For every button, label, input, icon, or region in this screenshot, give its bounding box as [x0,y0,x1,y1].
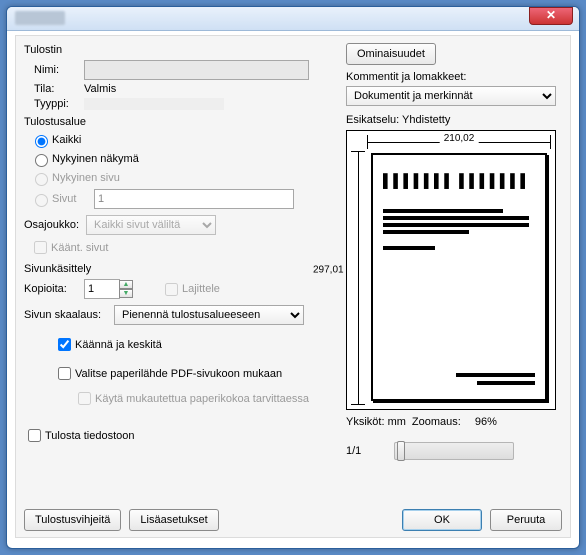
subset-select: Kaikki sivut väliltä [86,215,216,235]
comments-label: Kommentit ja lomakkeet: [346,71,466,83]
range-current-view-radio[interactable] [35,154,48,167]
page-slider[interactable] [394,442,514,460]
collate-label: Lajittele [182,283,220,295]
scaling-label: Sivun skaalaus: [24,309,114,321]
printer-name-label: Nimi: [24,64,84,76]
printer-type-label: Tyyppi: [24,98,84,110]
subset-label: Osajoukko: [24,219,86,231]
print-dialog: ✕ Tulostin Nimi: Tila: Valmis Tyyppi: Tu… [6,6,580,549]
cancel-button[interactable]: Peruuta [490,509,562,531]
range-all-radio[interactable] [35,135,48,148]
copies-spinner[interactable]: ▲▼ [84,279,133,299]
rotate-center-check[interactable] [58,338,71,351]
paper-source-label: Valitse paperilähde PDF-sivukoon mukaan [75,368,282,380]
reverse-pages-label: Käänt. sivut [51,242,108,254]
zoom-label: Zoomaus: [412,416,461,428]
printer-status-label: Tila: [24,83,84,95]
copies-down-icon[interactable]: ▼ [119,289,133,298]
preview-pane: 210,02 297,01 ▌▌▌▌▌▌▌ ▌▌▌▌▌▌▌ [346,130,556,410]
range-pages-label: Sivut [52,193,94,205]
scaling-select[interactable]: Pienennä tulostusalueeseen [114,305,304,325]
preview-label: Esikatselu: Yhdistetty [346,114,450,126]
printer-type-value [84,98,224,110]
copies-up-icon[interactable]: ▲ [119,280,133,289]
title-text [15,11,65,25]
preview-height-value: 297,01 [313,265,344,276]
printer-name-select[interactable] [84,60,309,80]
printer-status-value: Valmis [84,83,116,95]
range-pages-radio [35,194,48,207]
paper-source-check[interactable] [58,367,71,380]
handling-section-label: Sivunkäsittely [24,263,334,275]
ok-button[interactable]: OK [402,509,482,531]
range-current-page-radio [35,173,48,186]
close-button[interactable]: ✕ [529,7,573,25]
range-current-view-label: Nykyinen näkymä [52,153,139,165]
preview-page: ▌▌▌▌▌▌▌ ▌▌▌▌▌▌▌ [371,153,547,401]
copies-label: Kopioita: [24,283,84,295]
custom-paper-check [78,392,91,405]
dialog-body: Tulostin Nimi: Tila: Valmis Tyyppi: Tulo… [15,35,571,538]
rotate-center-label: Käännä ja keskitä [75,339,162,351]
range-section-label: Tulostusalue [24,116,334,128]
zoom-value: 96% [475,416,497,428]
collate-check [165,283,178,296]
titlebar: ✕ [7,7,579,31]
page-indicator: 1/1 [346,445,394,457]
comments-select[interactable]: Dokumentit ja merkinnät [346,86,556,106]
printer-section-label: Tulostin [24,44,334,56]
custom-paper-label: Käytä mukautettua paperikokoa tarvittaes… [95,393,309,405]
units-label: Yksiköt: [346,416,385,428]
units-value: mm [388,416,406,428]
print-to-file-check[interactable] [28,429,41,442]
slider-thumb[interactable] [397,441,405,461]
preview-width-value: 210,02 [440,133,479,144]
copies-input[interactable] [84,279,120,299]
reverse-pages-check [34,241,47,254]
print-tips-button[interactable]: Tulostusvihjeitä [24,509,121,531]
advanced-button[interactable]: Lisäasetukset [129,509,218,531]
range-current-page-label: Nykyinen sivu [52,172,120,184]
range-pages-input [94,189,294,209]
print-to-file-label: Tulosta tiedostoon [45,430,134,442]
properties-button[interactable]: Ominaisuudet [346,43,436,65]
range-all-label: Kaikki [52,134,81,146]
